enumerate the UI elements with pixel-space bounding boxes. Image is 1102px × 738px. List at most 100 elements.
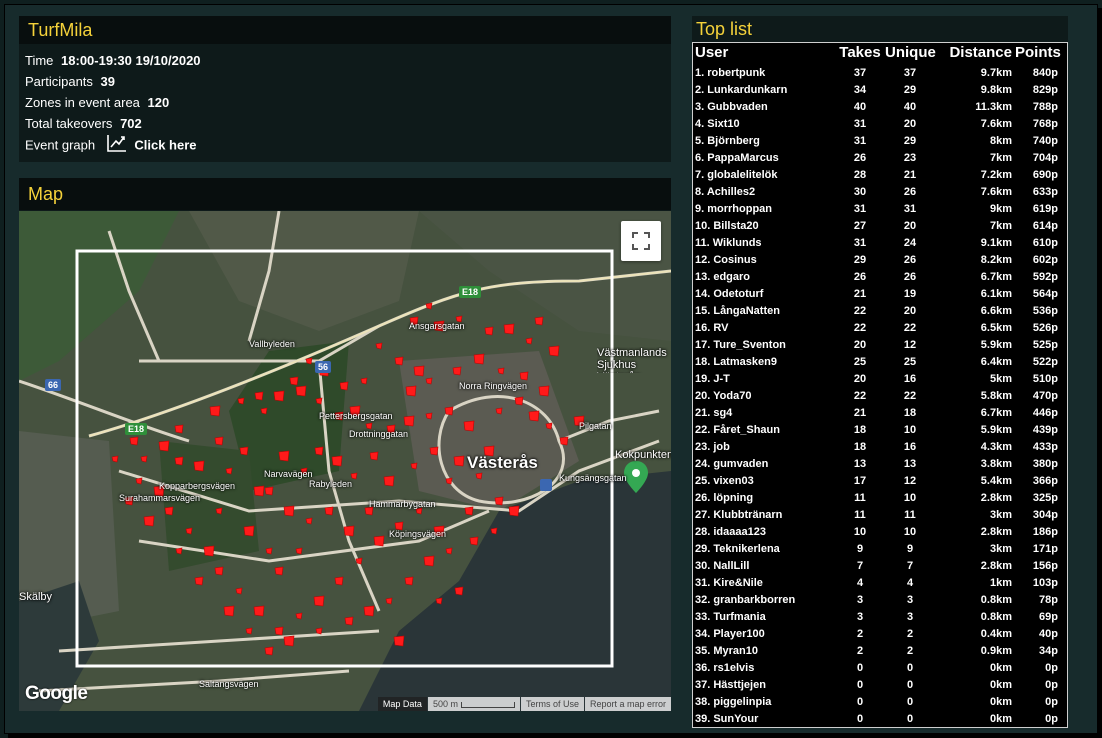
report-map-error-link[interactable]: Report a map error xyxy=(584,697,671,711)
zone-marker[interactable] xyxy=(484,326,494,336)
zone-marker[interactable] xyxy=(295,547,303,555)
zone-marker[interactable] xyxy=(313,595,325,607)
event-graph-link[interactable]: Click here xyxy=(134,137,196,152)
zone-marker[interactable] xyxy=(429,446,439,456)
terms-link[interactable]: Terms of Use xyxy=(520,697,584,711)
zone-marker[interactable] xyxy=(253,485,265,497)
zone-marker[interactable] xyxy=(363,605,375,617)
zone-marker[interactable] xyxy=(314,446,324,456)
chart-line-icon[interactable] xyxy=(106,134,127,158)
zone-marker[interactable] xyxy=(135,477,143,485)
zone-marker[interactable] xyxy=(545,422,553,430)
zone-marker[interactable] xyxy=(473,353,485,365)
zone-marker[interactable] xyxy=(239,446,249,456)
zone-marker[interactable] xyxy=(331,455,343,467)
zone-marker[interactable] xyxy=(254,391,264,401)
zone-marker[interactable] xyxy=(225,467,233,475)
zone-marker[interactable] xyxy=(143,515,155,527)
zone-marker[interactable] xyxy=(475,472,483,480)
zone-marker[interactable] xyxy=(452,366,462,376)
zone-marker[interactable] xyxy=(534,316,544,326)
zone-marker[interactable] xyxy=(315,397,323,405)
zone-marker[interactable] xyxy=(404,576,414,586)
zone-marker[interactable] xyxy=(129,436,139,446)
zone-marker[interactable] xyxy=(209,405,221,417)
zone-marker[interactable] xyxy=(464,506,474,516)
zone-marker[interactable] xyxy=(425,377,433,385)
zone-marker[interactable] xyxy=(355,557,363,565)
zone-marker[interactable] xyxy=(193,460,205,472)
zone-marker[interactable] xyxy=(253,605,265,617)
zone-marker[interactable] xyxy=(444,406,454,416)
zone-marker[interactable] xyxy=(369,451,379,461)
zone-marker[interactable] xyxy=(453,455,465,467)
zone-marker[interactable] xyxy=(315,627,323,635)
zone-marker[interactable] xyxy=(538,385,550,397)
zone-marker[interactable] xyxy=(260,407,268,415)
map-view[interactable]: Västerås Skälby Västmanlands Sjukhus Väs… xyxy=(19,211,671,711)
zone-marker[interactable] xyxy=(295,612,303,620)
zone-marker[interactable] xyxy=(243,525,255,537)
zone-marker[interactable] xyxy=(360,377,368,385)
zone-marker[interactable] xyxy=(215,507,223,515)
zone-marker[interactable] xyxy=(469,536,479,546)
zone-marker[interactable] xyxy=(283,505,295,517)
zone-marker[interactable] xyxy=(273,390,285,402)
zone-marker[interactable] xyxy=(375,342,383,350)
zone-marker[interactable] xyxy=(525,337,533,345)
zone-marker[interactable] xyxy=(164,506,174,516)
zone-marker[interactable] xyxy=(403,415,415,427)
zone-marker[interactable] xyxy=(393,635,405,647)
zone-marker[interactable] xyxy=(235,587,243,595)
zone-marker[interactable] xyxy=(385,597,393,605)
zone-marker[interactable] xyxy=(548,345,560,357)
zone-marker[interactable] xyxy=(274,566,284,576)
zone-marker[interactable] xyxy=(425,412,433,420)
map-data-link[interactable]: Map Data xyxy=(377,697,427,711)
zone-marker[interactable] xyxy=(559,436,569,446)
zone-marker[interactable] xyxy=(373,535,385,547)
zone-marker[interactable] xyxy=(111,455,119,463)
zone-marker[interactable] xyxy=(495,407,503,415)
zone-marker[interactable] xyxy=(503,323,515,335)
zone-marker[interactable] xyxy=(245,627,253,635)
zone-marker[interactable] xyxy=(339,381,349,391)
zone-marker[interactable] xyxy=(158,440,170,452)
zone-marker[interactable] xyxy=(423,555,435,567)
zone-marker[interactable] xyxy=(185,527,193,535)
zone-marker[interactable] xyxy=(519,371,529,381)
zone-marker[interactable] xyxy=(514,396,524,406)
zone-marker[interactable] xyxy=(435,597,443,605)
zone-marker[interactable] xyxy=(334,576,344,586)
zone-marker[interactable] xyxy=(425,302,433,310)
zone-marker[interactable] xyxy=(528,410,540,422)
zone-marker[interactable] xyxy=(305,517,313,525)
zone-marker[interactable] xyxy=(140,455,148,463)
fullscreen-button[interactable] xyxy=(621,221,661,261)
zone-marker[interactable] xyxy=(264,486,274,496)
zone-marker[interactable] xyxy=(214,566,224,576)
zone-marker[interactable] xyxy=(445,547,453,555)
zone-marker[interactable] xyxy=(410,462,418,470)
zone-marker[interactable] xyxy=(265,547,273,555)
zone-marker[interactable] xyxy=(223,605,235,617)
zone-marker[interactable] xyxy=(394,356,404,366)
zone-marker[interactable] xyxy=(214,436,224,446)
zone-marker[interactable] xyxy=(278,450,290,462)
zone-marker[interactable] xyxy=(174,424,184,434)
zone-marker[interactable] xyxy=(508,505,520,517)
zone-marker[interactable] xyxy=(454,586,464,596)
zone-marker[interactable] xyxy=(295,385,307,397)
zone-marker[interactable] xyxy=(497,367,505,375)
map-canvas[interactable] xyxy=(19,211,671,711)
zone-marker[interactable] xyxy=(405,385,417,397)
zone-marker[interactable] xyxy=(344,616,354,626)
zone-marker[interactable] xyxy=(463,420,475,432)
zone-marker[interactable] xyxy=(194,576,204,586)
zone-marker[interactable] xyxy=(203,545,215,557)
zone-marker[interactable] xyxy=(305,357,313,365)
zone-marker[interactable] xyxy=(445,477,453,485)
zone-marker[interactable] xyxy=(324,506,334,516)
zone-marker[interactable] xyxy=(237,397,245,405)
zone-marker[interactable] xyxy=(174,456,184,466)
